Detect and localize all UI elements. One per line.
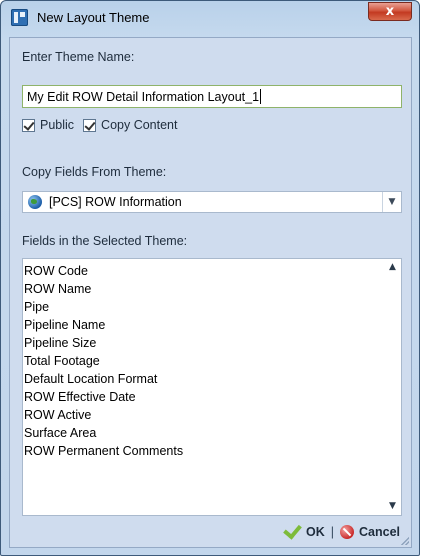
cancel-icon[interactable] xyxy=(340,525,354,539)
options-row: Public Copy Content xyxy=(22,118,177,132)
fields-listbox[interactable]: ROW Code ROW Name Pipe Pipeline Name Pipelin… xyxy=(22,258,402,516)
title-bar[interactable]: New Layout Theme x xyxy=(1,1,419,35)
copy-content-label[interactable]: Copy Content xyxy=(101,118,177,132)
chevron-down-icon[interactable]: ▼ xyxy=(382,192,401,212)
copy-fields-selected: [PCS] ROW Information xyxy=(49,195,182,209)
list-item[interactable]: Pipeline Name xyxy=(23,316,183,334)
copy-fields-dropdown[interactable]: [PCS] ROW Information ▼ xyxy=(22,191,402,213)
public-label[interactable]: Public xyxy=(40,118,74,132)
dialog-body: Enter Theme Name: My Edit ROW Detail Inf… xyxy=(9,37,412,548)
globe-icon xyxy=(28,195,42,209)
list-item[interactable]: Pipeline Size xyxy=(23,334,183,352)
theme-name-value: My Edit ROW Detail Information Layout_1 xyxy=(27,90,260,104)
copy-fields-label: Copy Fields From Theme: xyxy=(22,165,167,179)
fields-list-items: ROW Code ROW Name Pipe Pipeline Name Pipelin… xyxy=(23,262,183,460)
list-item[interactable]: Default Location Format xyxy=(23,370,183,388)
copy-content-checkbox[interactable] xyxy=(83,118,97,132)
app-icon xyxy=(11,9,28,26)
vertical-scrollbar[interactable]: ▲ ▼ xyxy=(384,259,401,515)
close-button[interactable]: x xyxy=(368,2,412,21)
window-title: New Layout Theme xyxy=(37,10,150,25)
cancel-button[interactable]: Cancel xyxy=(359,525,400,539)
ok-button[interactable]: OK xyxy=(306,525,325,539)
public-checkbox[interactable] xyxy=(22,118,35,132)
list-item[interactable]: ROW Code xyxy=(23,262,183,280)
list-item[interactable]: ROW Permanent Comments xyxy=(23,442,183,460)
list-item[interactable]: ROW Name xyxy=(23,280,183,298)
resize-grip-icon[interactable] xyxy=(401,537,409,545)
dialog-footer: OK | Cancel xyxy=(22,520,402,544)
new-layout-theme-dialog: New Layout Theme x Enter Theme Name: My … xyxy=(0,0,420,556)
list-item[interactable]: Pipe xyxy=(23,298,183,316)
scroll-up-icon[interactable]: ▲ xyxy=(384,259,401,276)
footer-buttons: OK | Cancel xyxy=(283,520,400,540)
list-item[interactable]: Total Footage xyxy=(23,352,183,370)
button-separator: | xyxy=(330,525,334,539)
scroll-down-icon[interactable]: ▼ xyxy=(384,498,401,515)
text-caret xyxy=(260,89,262,104)
fields-list-label: Fields in the Selected Theme: xyxy=(22,234,188,248)
checkmark-icon[interactable] xyxy=(283,520,302,540)
theme-name-label: Enter Theme Name: xyxy=(22,50,135,64)
theme-name-input[interactable]: My Edit ROW Detail Information Layout_1 xyxy=(22,85,402,108)
list-item[interactable]: ROW Active xyxy=(23,406,183,424)
list-item[interactable]: ROW Effective Date xyxy=(23,388,183,406)
list-item[interactable]: Surface Area xyxy=(23,424,183,442)
